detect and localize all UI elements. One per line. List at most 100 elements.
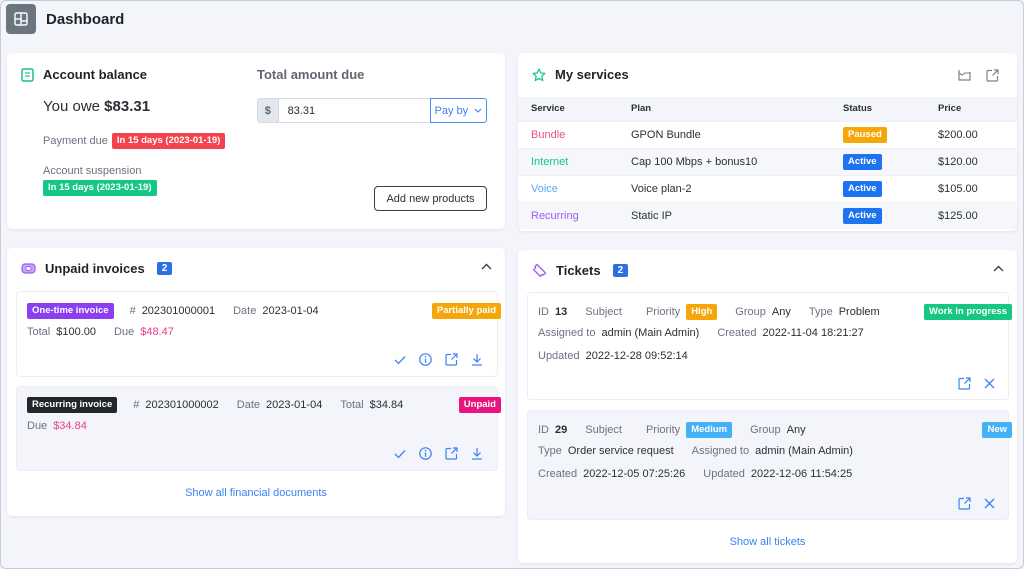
ticket-created-label: Created — [717, 327, 757, 339]
tickets-count-badge: 2 — [612, 264, 629, 277]
service-row[interactable]: Internet Cap 100 Mbps + bonus10 Active $120… — [518, 147, 1017, 175]
collapse-chevron-up-icon[interactable] — [993, 265, 1004, 272]
service-price: $105.00 — [938, 174, 1017, 202]
invoice-number[interactable]: 202301000001 — [142, 305, 215, 317]
invoice-status-badge: Partially paid — [431, 303, 501, 319]
invoice-total-label: Total — [27, 326, 51, 338]
my-services-card: My services Service Plan Status Price Bu… — [518, 53, 1017, 231]
dashboard-layout-icon[interactable] — [6, 4, 36, 34]
services-table: Service Plan Status Price Bundle GPON Bun… — [518, 97, 1017, 229]
close-icon[interactable] — [984, 498, 995, 509]
download-icon[interactable] — [471, 447, 483, 460]
ticket-group: Any — [786, 424, 806, 436]
collapse-chevron-up-icon[interactable] — [481, 263, 492, 270]
ticket-priority-label: Priority — [645, 424, 681, 436]
service-plan: GPON Bundle — [631, 120, 843, 148]
you-owe: You owe $83.31 — [43, 98, 150, 115]
ticket-group-label: Group — [750, 424, 781, 436]
info-icon[interactable] — [419, 353, 432, 366]
invoice-total: $100.00 — [56, 326, 97, 338]
app-window: Dashboard Account balance You owe $83.31… — [0, 0, 1024, 569]
external-link-icon[interactable] — [445, 353, 458, 366]
ticket-updated: 2022-12-28 09:52:14 — [585, 350, 688, 362]
account-suspension-label: Account suspension — [43, 165, 142, 177]
invoice-due-label: Due — [27, 420, 48, 432]
service-price: $200.00 — [938, 120, 1017, 148]
pay-by-label: Pay by — [434, 104, 469, 117]
service-plan: Static IP — [631, 201, 843, 229]
ticket-created: 2022-12-05 07:25:26 — [583, 468, 686, 480]
ticket-type: Problem — [838, 306, 880, 318]
chart-icon[interactable] — [958, 69, 971, 82]
show-all-tickets-link[interactable]: Show all tickets — [518, 536, 1017, 548]
pay-by-dropdown[interactable]: Pay by — [429, 98, 487, 123]
account-balance-card: Account balance You owe $83.31 Payment d… — [7, 53, 505, 229]
service-row[interactable]: Voice Voice plan-2 Active $105.00 — [518, 174, 1017, 202]
ticket-id-label: ID — [538, 424, 549, 436]
close-icon[interactable] — [984, 378, 995, 389]
ticket-id[interactable]: 13 — [555, 306, 567, 318]
unpaid-invoices-title: Unpaid invoices — [45, 261, 145, 276]
total-amount-due-title: Total amount due — [257, 67, 365, 82]
add-new-products-button[interactable]: Add new products — [374, 186, 487, 211]
external-link-icon[interactable] — [445, 447, 458, 460]
service-name-link[interactable]: Internet — [531, 156, 568, 168]
check-icon[interactable] — [394, 355, 406, 365]
external-link-icon[interactable] — [986, 69, 999, 82]
invoice-number[interactable]: 202301000002 — [145, 399, 218, 411]
ticket-item[interactable]: ID 13 Subject Priority High Group Any Ty… — [527, 292, 1012, 400]
service-row[interactable]: Recurring Static IP Active $125.00 — [518, 201, 1017, 229]
external-link-icon[interactable] — [958, 377, 971, 390]
page-header: Dashboard — [6, 4, 124, 34]
invoice-total: $34.84 — [369, 399, 404, 411]
invoice-status-badge: Unpaid — [458, 397, 501, 413]
service-row[interactable]: Bundle GPON Bundle Paused $200.00 — [518, 120, 1017, 148]
invoice-type-badge: Recurring invoice — [27, 397, 118, 413]
ticket-item[interactable]: ID 29 Subject Priority Medium Group Any … — [527, 410, 1012, 520]
ticket-updated: 2022-12-06 11:54:25 — [750, 468, 853, 480]
invoice-due: $34.84 — [53, 420, 87, 432]
ticket-created: 2022-11-04 18:21:27 — [762, 327, 864, 339]
ticket-assigned: admin (Main Admin) — [755, 445, 853, 457]
ticket-id[interactable]: 29 — [555, 424, 567, 436]
service-plan: Cap 100 Mbps + bonus10 — [631, 147, 843, 175]
tickets-title: Tickets — [556, 263, 601, 278]
invoice-date-label: Date — [233, 305, 257, 317]
service-status-badge: Active — [843, 180, 882, 197]
column-header-service[interactable]: Service — [518, 97, 631, 121]
invoice-item[interactable]: Recurring invoice # 202301000002 Date 20… — [16, 386, 501, 471]
ticket-priority-badge: Medium — [686, 422, 733, 438]
amount-input-group: $ Pay by — [257, 98, 487, 123]
amount-input[interactable] — [277, 98, 430, 123]
show-all-financial-documents-link[interactable]: Show all financial documents — [7, 487, 505, 499]
ticket-status-badge: Work in progress — [924, 304, 1012, 320]
payment-due-label: Payment due — [43, 135, 108, 147]
invoice-due-label: Due — [114, 326, 135, 338]
services-table-header: Service Plan Status Price — [518, 97, 1017, 121]
check-icon[interactable] — [394, 449, 406, 459]
ticket-type: Order service request — [567, 445, 674, 457]
column-header-status[interactable]: Status — [843, 97, 938, 121]
info-icon[interactable] — [419, 447, 432, 460]
invoices-count-badge: 2 — [156, 262, 173, 275]
column-header-price[interactable]: Price — [938, 97, 1017, 121]
ticket-subject-label: Subject — [585, 424, 622, 436]
external-link-icon[interactable] — [958, 497, 971, 510]
star-icon — [532, 67, 546, 82]
download-icon[interactable] — [471, 353, 483, 366]
ticket-group-label: Group — [735, 306, 766, 318]
payment-due-badge: In 15 days (2023-01-19) — [111, 133, 226, 149]
column-header-plan[interactable]: Plan — [631, 97, 843, 121]
tickets-card: Tickets 2 ID 13 Subject Priority High Gr… — [518, 250, 1017, 563]
service-price: $120.00 — [938, 147, 1017, 175]
ticket-icon — [532, 263, 547, 278]
you-owe-amount: $83.31 — [104, 98, 151, 115]
payment-due: Payment due In 15 days (2023-01-19) — [43, 133, 226, 149]
service-name-link[interactable]: Recurring — [531, 210, 579, 222]
service-name-link[interactable]: Bundle — [531, 129, 565, 141]
ticket-created-label: Created — [538, 468, 578, 480]
invoice-item[interactable]: One-time invoice # 202301000001 Date 202… — [16, 291, 501, 377]
service-name-link[interactable]: Voice — [531, 183, 558, 195]
invoice-number-label: # — [129, 305, 136, 317]
you-owe-label: You owe — [43, 98, 100, 115]
